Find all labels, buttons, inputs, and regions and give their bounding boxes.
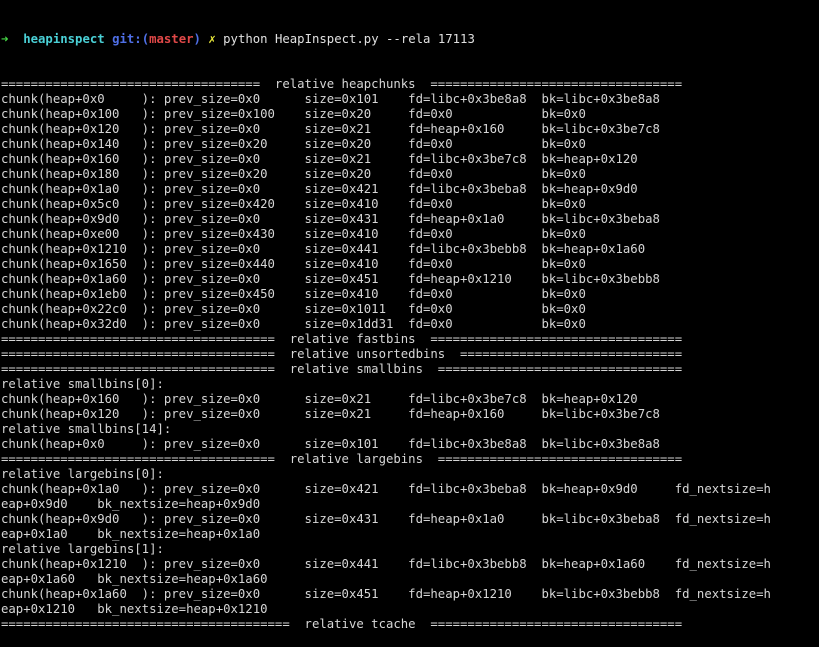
- terminal-output-line: chunk(heap+0x0 ): prev_size=0x0 size=0x1…: [1, 92, 660, 106]
- terminal-output-line: chunk(heap+0x1a60 ): prev_size=0x0 size=…: [1, 272, 660, 286]
- terminal-output-line: relative largebins[0]:: [1, 467, 164, 481]
- terminal-output-line: relative largebins[1]:: [1, 542, 164, 556]
- terminal-output-line: chunk(heap+0x22c0 ): prev_size=0x0 size=…: [1, 302, 586, 316]
- terminal-output: =================================== rela…: [1, 77, 819, 632]
- terminal-output-line: relative smallbins[0]:: [1, 377, 164, 391]
- terminal-output-line: ======================================= …: [1, 617, 683, 631]
- terminal-output-line: chunk(heap+0x1eb0 ): prev_size=0x450 siz…: [1, 287, 586, 301]
- terminal-output-line: ===================================== re…: [1, 362, 683, 376]
- terminal-output-line: chunk(heap+0x100 ): prev_size=0x100 size…: [1, 107, 586, 121]
- terminal-output-line: eap+0x9d0 bk_nextsize=heap+0x9d0: [1, 497, 261, 511]
- terminal-output-line: eap+0x1a60 bk_nextsize=heap+0x1a60: [1, 572, 268, 586]
- terminal-output-line: ===================================== re…: [1, 452, 683, 466]
- terminal-output-line: chunk(heap+0xe00 ): prev_size=0x430 size…: [1, 227, 586, 241]
- terminal-output-line: chunk(heap+0x120 ): prev_size=0x0 size=0…: [1, 407, 660, 421]
- terminal-output-line: chunk(heap+0x9d0 ): prev_size=0x0 size=0…: [1, 212, 660, 226]
- terminal-window[interactable]: ➜ heapinspect git:(master) ✗ python Heap…: [1, 2, 819, 647]
- prompt-git-label: git:: [112, 32, 142, 46]
- prompt-branch: master: [149, 32, 194, 46]
- terminal-output-line: =================================== rela…: [1, 77, 683, 91]
- prompt-dirty-icon: ✗: [208, 32, 216, 46]
- prompt-directory: heapinspect: [23, 32, 105, 46]
- terminal-output-line: chunk(heap+0x160 ): prev_size=0x0 size=0…: [1, 392, 638, 406]
- prompt-line: ➜ heapinspect git:(master) ✗ python Heap…: [1, 32, 819, 47]
- terminal-output-line: chunk(heap+0x32d0 ): prev_size=0x0 size=…: [1, 317, 586, 331]
- terminal-output-line: relative smallbins[14]:: [1, 422, 172, 436]
- terminal-output-line: chunk(heap+0x0 ): prev_size=0x0 size=0x1…: [1, 437, 660, 451]
- terminal-output-line: eap+0x1a0 bk_nextsize=heap+0x1a0: [1, 527, 261, 541]
- prompt-paren-close: ): [193, 32, 201, 46]
- terminal-output-line: chunk(heap+0x1650 ): prev_size=0x440 siz…: [1, 257, 586, 271]
- terminal-output-line: chunk(heap+0x5c0 ): prev_size=0x420 size…: [1, 197, 586, 211]
- terminal-output-line: chunk(heap+0x1a0 ): prev_size=0x0 size=0…: [1, 482, 771, 496]
- terminal-output-line: chunk(heap+0x1a60 ): prev_size=0x0 size=…: [1, 587, 771, 601]
- terminal-output-line: chunk(heap+0x160 ): prev_size=0x0 size=0…: [1, 152, 638, 166]
- prompt-paren-open: (: [141, 32, 150, 46]
- terminal-output-line: chunk(heap+0x1210 ): prev_size=0x0 size=…: [1, 557, 771, 571]
- prompt-command: python HeapInspect.py --rela 17113: [223, 32, 475, 46]
- terminal-output-line: chunk(heap+0x9d0 ): prev_size=0x0 size=0…: [1, 512, 771, 526]
- prompt-arrow-icon: ➜: [1, 32, 9, 46]
- terminal-output-line: chunk(heap+0x1210 ): prev_size=0x0 size=…: [1, 242, 646, 256]
- terminal-output-line: chunk(heap+0x120 ): prev_size=0x0 size=0…: [1, 122, 660, 136]
- terminal-output-line: chunk(heap+0x180 ): prev_size=0x20 size=…: [1, 167, 586, 181]
- terminal-output-line: eap+0x1210 bk_nextsize=heap+0x1210: [1, 602, 268, 616]
- terminal-output-line: ===================================== re…: [1, 347, 683, 361]
- terminal-output-line: ===================================== re…: [1, 332, 683, 346]
- terminal-output-line: chunk(heap+0x1a0 ): prev_size=0x0 size=0…: [1, 182, 638, 196]
- terminal-output-line: chunk(heap+0x140 ): prev_size=0x20 size=…: [1, 137, 586, 151]
